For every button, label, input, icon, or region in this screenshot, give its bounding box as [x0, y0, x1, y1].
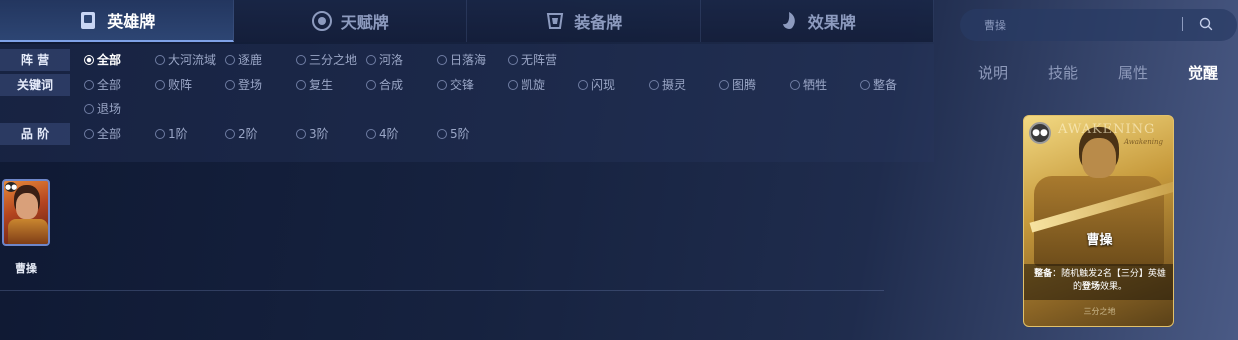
radio-icon — [790, 80, 800, 90]
radio-icon — [84, 104, 94, 114]
card-type-tabs: 英雄牌 天赋牌 装备牌 效果牌 — [0, 0, 934, 42]
camp-option[interactable]: 日落海 — [437, 49, 486, 71]
hero-card-icon — [77, 9, 99, 31]
tab-label: 效果牌 — [807, 13, 856, 32]
radio-icon — [437, 80, 447, 90]
card-type-icon: ●● — [1029, 122, 1051, 144]
card-description: 整备：随机触发2名【三分】英雄的登场效果。 — [1034, 269, 1166, 292]
keyword-option[interactable]: 凯旋 — [508, 74, 545, 96]
effect-card-icon — [778, 10, 800, 32]
keyword-filter-label: 关键词 — [0, 74, 70, 96]
tab-awakening[interactable]: 觉醒 — [1188, 62, 1218, 82]
keyword-option[interactable]: 全部 — [84, 74, 121, 96]
keyword-option[interactable]: 摄灵 — [649, 74, 686, 96]
radio-icon — [508, 80, 518, 90]
radio-icon — [225, 80, 235, 90]
tier-option[interactable]: 1阶 — [155, 123, 188, 145]
radio-icon — [366, 129, 376, 139]
equipment-card-icon — [544, 10, 566, 32]
keyword-option[interactable]: 闪现 — [578, 74, 615, 96]
radio-icon — [155, 80, 165, 90]
tab-description[interactable]: 说明 — [978, 62, 1008, 82]
talent-card-icon — [311, 10, 333, 32]
keyword-option[interactable]: 复生 — [296, 74, 333, 96]
keyword-prepare: 整备 — [1034, 269, 1053, 279]
tab-label: 天赋牌 — [340, 13, 389, 32]
radio-icon — [508, 55, 518, 65]
card-footer-emblem: 三分之地 — [1083, 307, 1116, 316]
camp-option[interactable]: 无阵营 — [508, 49, 557, 71]
tab-effect-cards[interactable]: 效果牌 — [700, 0, 934, 42]
filter-panel: 阵 营 全部 大河流域 逐鹿 三分之地 河洛 日落海 无阵营 关键词 全部 败阵… — [0, 44, 934, 162]
keyword-option[interactable]: 退场 — [84, 98, 121, 120]
tier-option[interactable]: 全部 — [84, 123, 121, 145]
keyword-option[interactable]: 整备 — [860, 74, 897, 96]
radio-icon — [225, 129, 235, 139]
tab-label: 英雄牌 — [107, 12, 156, 31]
camp-filter-label: 阵 营 — [0, 49, 70, 71]
awakening-card: AWAKENING Awakening ●● 曹操 整备：随机触发2名【三分】英… — [1023, 115, 1174, 327]
keyword-enter: 登场 — [1081, 282, 1100, 292]
hero-armor — [8, 219, 48, 244]
radio-icon — [296, 80, 306, 90]
radio-icon — [366, 55, 376, 65]
tab-attributes[interactable]: 属性 — [1118, 62, 1148, 82]
tier-option[interactable]: 3阶 — [296, 123, 329, 145]
keyword-option[interactable]: 牺牲 — [790, 74, 827, 96]
radio-icon — [649, 80, 659, 90]
tab-skills[interactable]: 技能 — [1048, 62, 1078, 82]
hero-portrait — [16, 193, 38, 219]
card-type-icon: ●● — [5, 182, 18, 192]
card-awakening-title: AWAKENING — [1058, 122, 1156, 137]
radio-icon — [437, 55, 447, 65]
radio-icon — [296, 129, 306, 139]
tab-talent-cards[interactable]: 天赋牌 — [233, 0, 467, 42]
camp-option[interactable]: 大河流域 — [155, 49, 216, 71]
radio-icon — [84, 129, 94, 139]
card-awakening-subtitle: Awakening — [1124, 138, 1164, 146]
radio-icon — [84, 55, 94, 65]
radio-icon — [155, 55, 165, 65]
radio-icon — [578, 80, 588, 90]
radio-icon — [366, 80, 376, 90]
search-separator — [1182, 17, 1183, 31]
tab-label: 装备牌 — [574, 13, 623, 32]
camp-option[interactable]: 三分之地 — [296, 49, 357, 71]
tab-hero-cards[interactable]: 英雄牌 — [0, 0, 234, 42]
tab-equipment-cards[interactable]: 装备牌 — [467, 0, 701, 42]
radio-icon — [437, 129, 447, 139]
radio-icon — [296, 55, 306, 65]
hero-card-name: 曹操 — [15, 262, 37, 275]
search-input[interactable] — [960, 9, 1180, 41]
search-icon[interactable] — [1198, 16, 1214, 32]
search-box — [960, 9, 1237, 41]
tier-option[interactable]: 2阶 — [225, 123, 258, 145]
keyword-option[interactable]: 图腾 — [719, 74, 756, 96]
keyword-option[interactable]: 交锋 — [437, 74, 474, 96]
camp-option-all[interactable]: 全部 — [84, 49, 121, 71]
tier-filter-label: 品 阶 — [0, 123, 70, 145]
radio-icon — [719, 80, 729, 90]
radio-icon — [860, 80, 870, 90]
card-hero-name: 曹操 — [1086, 233, 1113, 248]
radio-icon — [225, 55, 235, 65]
keyword-option[interactable]: 合成 — [366, 74, 403, 96]
camp-option[interactable]: 河洛 — [366, 49, 403, 71]
keyword-option[interactable]: 登场 — [225, 74, 262, 96]
radio-icon — [155, 129, 165, 139]
hero-card-thumbnail[interactable]: ●● — [2, 179, 50, 246]
keyword-option[interactable]: 败阵 — [155, 74, 192, 96]
radio-icon — [84, 80, 94, 90]
tier-option[interactable]: 5阶 — [437, 123, 470, 145]
card-art-head — [1082, 138, 1116, 178]
camp-option[interactable]: 逐鹿 — [225, 49, 262, 71]
tier-option[interactable]: 4阶 — [366, 123, 399, 145]
divider — [0, 290, 884, 291]
